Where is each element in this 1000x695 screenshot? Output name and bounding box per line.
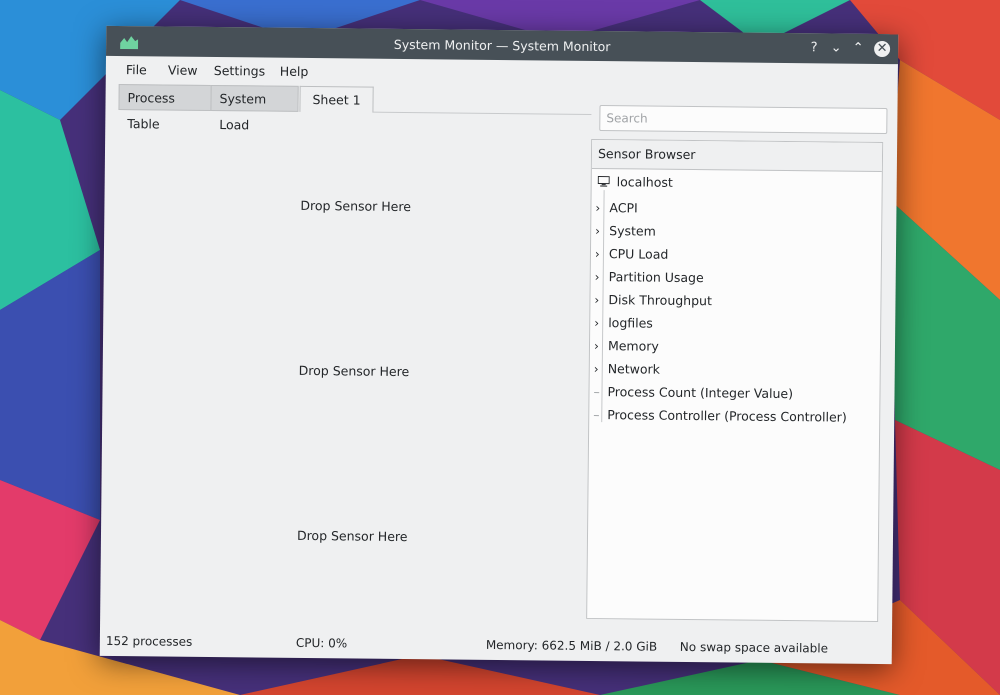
tree-item-label: Disk Throughput [608,292,712,309]
status-swap: No swap space available [679,639,829,656]
status-cpu: CPU: 0% [295,635,348,651]
close-icon[interactable]: ✕ [874,40,891,58]
chevron-right-icon[interactable]: › [595,244,609,264]
menu-settings[interactable]: Settings [214,63,265,79]
maximize-icon[interactable]: ⌃ [850,41,866,57]
status-process-count: 152 processes [105,633,193,649]
sensor-browser: Sensor Browser localhost › ACPI › System ›… [586,138,884,622]
drop-sensor-area-1[interactable]: Drop Sensor Here [300,198,411,214]
tree-item-label: logfiles [608,315,653,331]
chevron-right-icon[interactable]: › [595,267,609,287]
tree-item-process-controller[interactable]: – Process Controller (Process Controller) [593,405,847,428]
tree-item-memory[interactable]: › Memory [594,336,659,357]
tree-item-acpi[interactable]: › ACPI [595,198,638,218]
tree-item-label: CPU Load [608,246,669,262]
tree-item-system[interactable]: › System [595,221,656,242]
minimize-icon[interactable]: ⌄ [828,40,844,56]
tree-item-label: System [609,223,656,239]
window-title: System Monitor — System Monitor [393,36,611,55]
chevron-right-icon[interactable]: › [595,198,609,218]
tree-item-label: Network [607,361,661,377]
tree-root-label: localhost [616,174,673,190]
tab-process-table[interactable]: Process Table [118,84,212,131]
tree-item-label: Memory [607,338,659,354]
tree-item-label: Partition Usage [608,269,704,286]
search-input[interactable] [599,105,888,135]
chevron-right-icon[interactable]: › [594,359,608,379]
tree-branch-line: – [593,383,600,400]
tree-item-label: ACPI [609,200,638,216]
sensor-browser-header: Sensor Browser [591,139,883,172]
tree-item-network[interactable]: › Network [594,359,660,380]
tree-branch-line: – [593,406,600,423]
drop-sensor-area-3[interactable]: Drop Sensor Here [297,528,408,544]
menu-help[interactable]: Help [280,64,309,79]
tree-item-label: Process Count (Integer Value) [607,384,794,402]
tab-sheet-1[interactable]: Sheet 1 [299,85,374,113]
menu-view[interactable]: View [168,63,198,78]
tree-item-process-count[interactable]: – Process Count (Integer Value) [593,382,793,404]
chevron-right-icon[interactable]: › [594,313,608,333]
system-monitor-window: System Monitor — System Monitor ? ⌄ ⌃ ✕ … [99,25,899,665]
monitor-icon [597,176,610,187]
tree-item-logfiles[interactable]: › logfiles [594,313,653,334]
tab-system-load[interactable]: System Load [210,84,299,132]
chevron-right-icon[interactable]: › [595,221,609,241]
tree-item-disk-throughput[interactable]: › Disk Throughput [594,290,712,311]
chevron-right-icon[interactable]: › [594,290,608,310]
chevron-right-icon[interactable]: › [594,336,608,356]
tab-divider [373,111,592,115]
tree-item-cpu-load[interactable]: › CPU Load [595,244,669,265]
drop-sensor-area-2[interactable]: Drop Sensor Here [299,363,410,379]
menu-file[interactable]: File [126,62,147,77]
tree-root-localhost[interactable]: localhost [597,174,673,190]
tree-item-partition-usage[interactable]: › Partition Usage [595,267,704,288]
status-memory: Memory: 662.5 MiB / 2.0 GiB [485,637,658,654]
tree-item-label: Process Controller (Process Controller) [607,407,847,425]
help-icon[interactable]: ? [806,40,822,56]
